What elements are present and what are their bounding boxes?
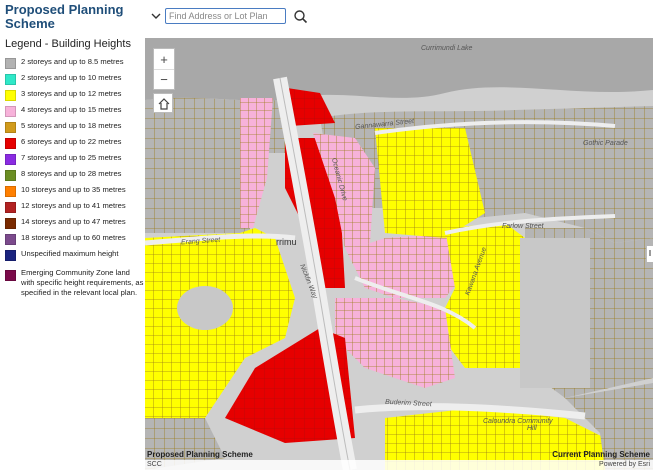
legend-label: 10 storeys and up to 35 metres [21, 185, 126, 194]
legend-label: Emerging Community Zone land with specif… [21, 268, 144, 297]
map-label-hill: Hill [527, 425, 537, 432]
legend-swatch [5, 74, 16, 85]
legend-item: 18 storeys and up to 60 metres [5, 232, 145, 248]
legend-label: 2 storeys and up to 8.5 metres [21, 57, 124, 66]
legend-item: 4 storeys and up to 15 metres [5, 104, 145, 120]
legend-item: 5 storeys and up to 18 metres [5, 120, 145, 136]
legend-swatch [5, 58, 16, 69]
legend-swatch [5, 122, 16, 133]
legend-label: 3 storeys and up to 12 metres [21, 89, 122, 98]
legend-item: 8 storeys and up to 28 metres [5, 168, 145, 184]
legend-swatch [5, 138, 16, 149]
legend: 2 storeys and up to 8.5 metres 2 storeys … [5, 56, 145, 308]
legend-label: 12 storeys and up to 41 metres [21, 201, 126, 210]
zoom-in-button[interactable]: + [154, 49, 174, 69]
legend-swatch [5, 186, 16, 197]
map-label-currimundi: rrimu [276, 237, 297, 247]
chevron-down-icon[interactable] [149, 9, 163, 23]
legend-label: 6 storeys and up to 22 metres [21, 137, 122, 146]
sidebar: Proposed Planning Scheme Legend - Buildi… [0, 0, 145, 476]
legend-label: 14 storeys and up to 47 metres [21, 217, 126, 226]
legend-item: 2 storeys and up to 8.5 metres [5, 56, 145, 72]
search-input[interactable] [165, 8, 286, 24]
legend-item: 10 storeys and up to 35 metres [5, 184, 145, 200]
map-label-farlow: Farlow Street [502, 223, 544, 230]
legend-item: 12 storeys and up to 41 metres [5, 200, 145, 216]
map-view[interactable]: + − Currimundi Lake Gannawarra Street Go… [145, 38, 653, 470]
legend-swatch [5, 154, 16, 165]
home-button[interactable] [153, 93, 173, 113]
legend-swatch [5, 106, 16, 117]
current-scheme-caption: Current Planning Scheme [552, 450, 650, 459]
legend-item: 6 storeys and up to 22 metres [5, 136, 145, 152]
legend-swatch [5, 170, 16, 181]
legend-item: Emerging Community Zone land with specif… [5, 268, 145, 308]
page-title: Proposed Planning Scheme [5, 2, 124, 31]
map-label-gothic: Gothic Parade [583, 140, 628, 147]
legend-swatch [5, 234, 16, 245]
legend-swatch [5, 218, 16, 229]
zoom-controls: + − [153, 48, 175, 90]
legend-item: 2 storeys and up to 10 metres [5, 72, 145, 88]
legend-title: Legend - Building Heights [5, 38, 131, 50]
legend-label: 4 storeys and up to 15 metres [21, 105, 122, 114]
legend-swatch [5, 90, 16, 101]
map-credits: SCC Powered by Esri [145, 460, 653, 470]
legend-label: 7 storeys and up to 25 metres [21, 153, 122, 162]
search-icon [294, 10, 308, 24]
legend-label: Unspecified maximum height [21, 249, 119, 258]
legend-label: 2 storeys and up to 10 metres [21, 73, 122, 82]
map-label-caloundra: Caloundra Community [483, 418, 553, 425]
zoom-out-button[interactable]: − [154, 69, 174, 89]
legend-label: 5 storeys and up to 18 metres [21, 121, 122, 130]
map-label-lake: Currimundi Lake [421, 45, 473, 52]
legend-item: Unspecified maximum height [5, 248, 145, 264]
home-icon [158, 98, 170, 110]
legend-label: 8 storeys and up to 28 metres [21, 169, 122, 178]
legend-swatch [5, 270, 16, 281]
legend-item: 7 storeys and up to 25 metres [5, 152, 145, 168]
legend-label: 18 storeys and up to 60 metres [21, 233, 126, 242]
legend-item: 3 storeys and up to 12 metres [5, 88, 145, 104]
credit-source: SCC [147, 461, 162, 468]
proposed-scheme-caption: Proposed Planning Scheme [147, 450, 253, 459]
credit-esri: Powered by Esri [599, 461, 650, 468]
legend-swatch [5, 250, 16, 261]
legend-item: 14 storeys and up to 47 metres [5, 216, 145, 232]
legend-swatch [5, 202, 16, 213]
search-button[interactable] [292, 8, 310, 26]
swipe-handle[interactable]: ‖ [646, 246, 653, 262]
